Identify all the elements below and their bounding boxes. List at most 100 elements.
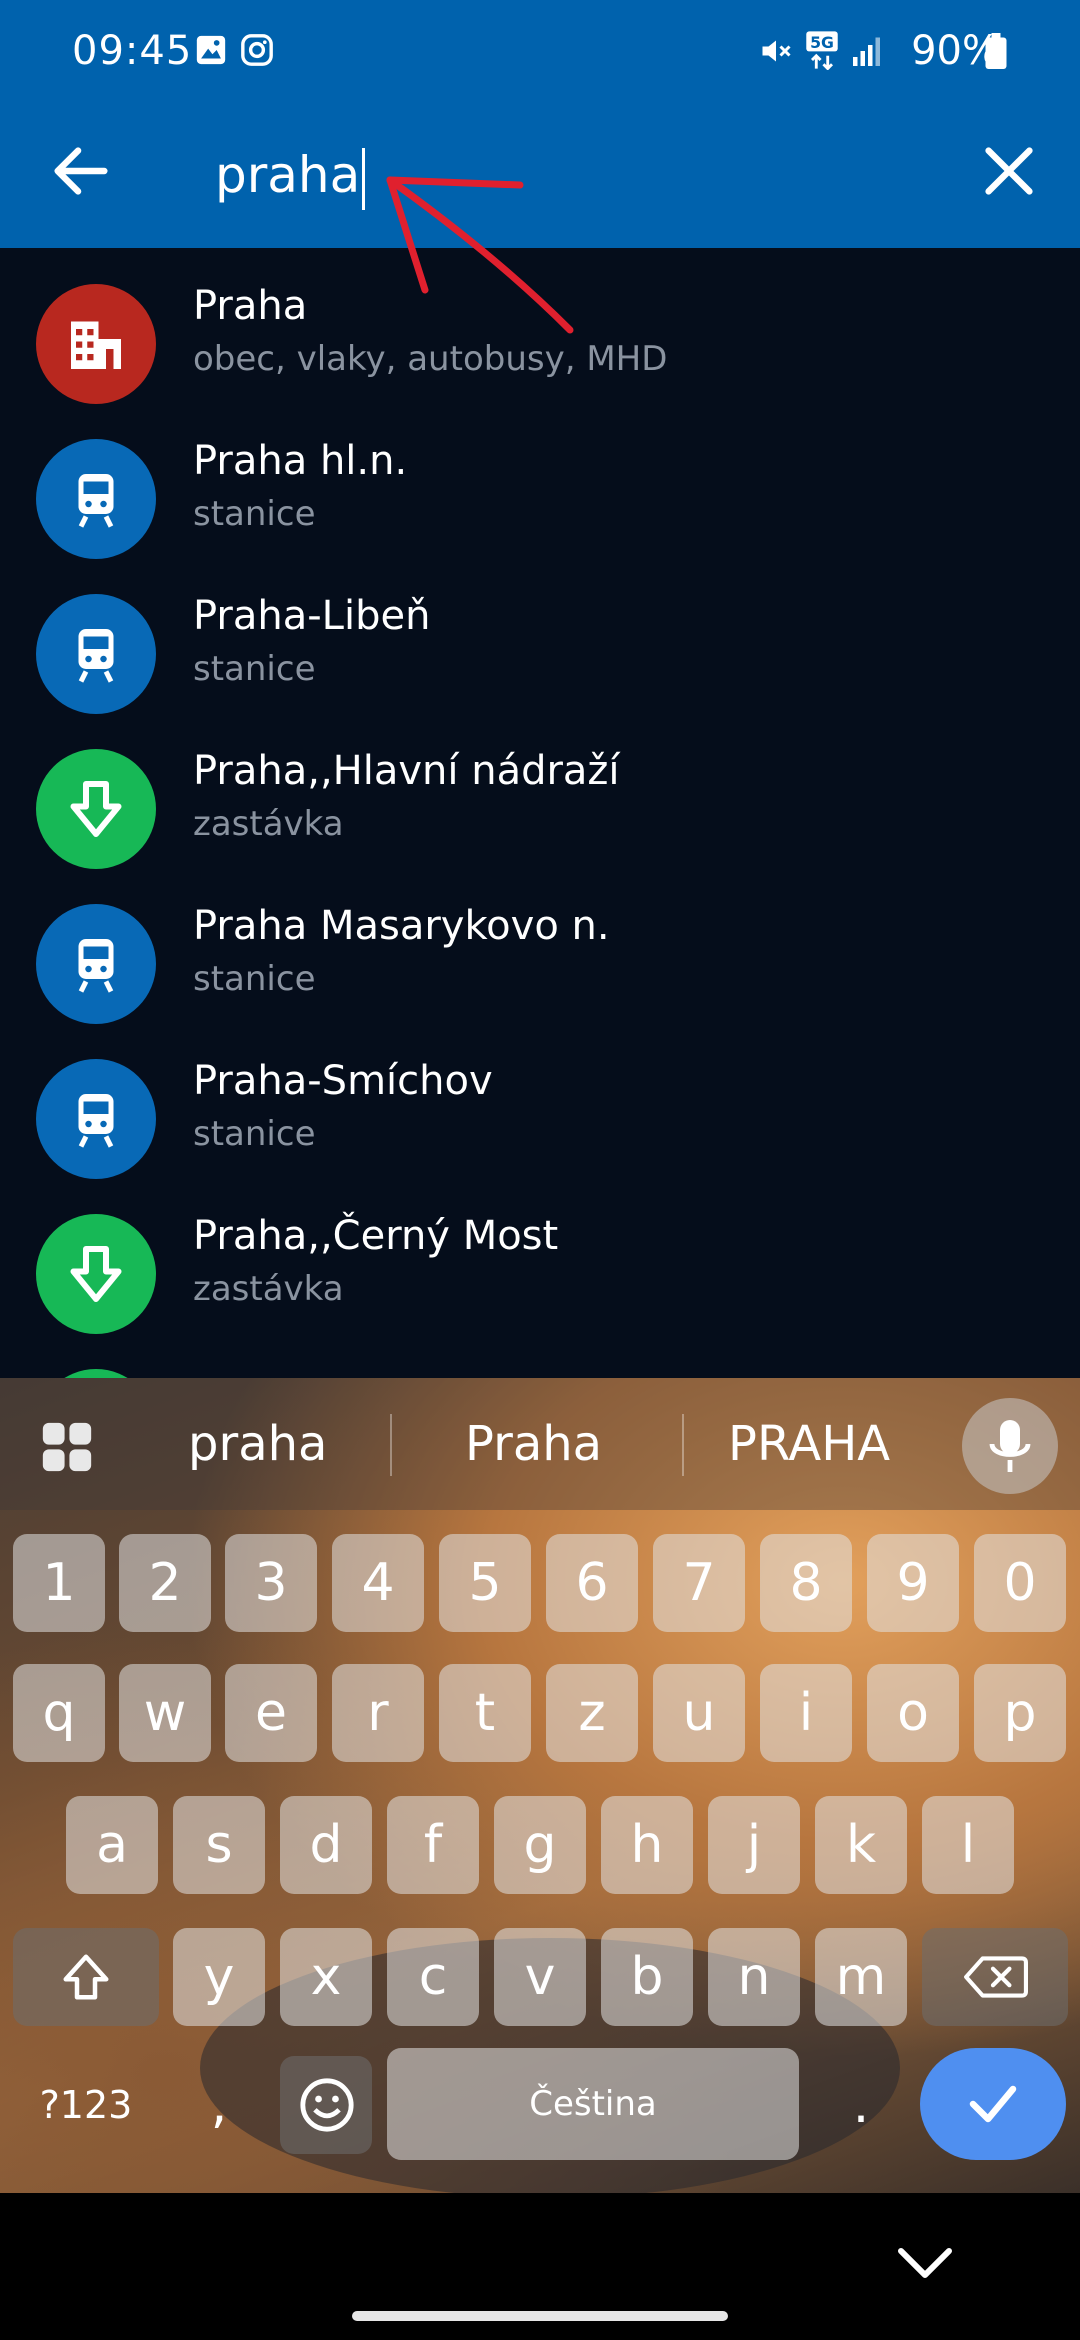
status-time: 09:45	[72, 28, 193, 74]
back-arrow-icon[interactable]	[46, 136, 116, 206]
comma-key[interactable]: ,	[173, 2056, 265, 2154]
result-type-badge	[36, 439, 156, 559]
key-w[interactable]: w	[119, 1664, 211, 1762]
key-e[interactable]: e	[225, 1664, 317, 1762]
key-d[interactable]: d	[280, 1796, 372, 1894]
result-type-badge	[36, 1059, 156, 1179]
emoji-key[interactable]	[280, 2056, 372, 2154]
train-icon	[78, 629, 114, 683]
suggestion-3[interactable]: PRAHA	[728, 1416, 890, 1472]
key-m[interactable]: m	[815, 1928, 907, 2026]
key-9[interactable]: 9	[867, 1534, 959, 1632]
key-u[interactable]: u	[653, 1664, 745, 1762]
key-1[interactable]: 1	[13, 1534, 105, 1632]
key-j[interactable]: j	[708, 1796, 800, 1894]
space-key[interactable]: Čeština	[387, 2048, 799, 2160]
key-z[interactable]: z	[546, 1664, 638, 1762]
search-query-text: praha	[215, 146, 361, 204]
search-results-list: Praha obec, vlaky, autobusy, MHD Praha h…	[0, 248, 1080, 1378]
signal-icon	[853, 37, 880, 66]
stop-icon	[70, 781, 122, 837]
key-l[interactable]: l	[922, 1796, 1014, 1894]
backspace-key[interactable]	[922, 1928, 1068, 2026]
result-item[interactable]: Praha hl.n. stanice	[0, 420, 1080, 575]
key-b[interactable]: b	[601, 1928, 693, 2026]
symbols-key[interactable]: ?123	[13, 2056, 159, 2154]
key-q[interactable]: q	[13, 1664, 105, 1762]
result-title: Praha	[193, 283, 308, 329]
result-item[interactable]: Praha,,Černý Most zastávka	[0, 1195, 1080, 1350]
suggestion-1[interactable]: praha	[188, 1416, 327, 1472]
result-subtitle: obec, vlaky, autobusy, MHD	[193, 339, 668, 379]
key-3[interactable]: 3	[225, 1534, 317, 1632]
result-item[interactable]: Praha Masarykovo n. stanice	[0, 885, 1080, 1040]
key-0[interactable]: 0	[974, 1534, 1066, 1632]
key-4[interactable]: 4	[332, 1534, 424, 1632]
voice-input-button[interactable]	[962, 1398, 1058, 1494]
key-x[interactable]: x	[280, 1928, 372, 2026]
text-cursor	[362, 147, 366, 210]
result-subtitle: stanice	[193, 649, 316, 689]
check-icon	[969, 2085, 1017, 2123]
instagram-icon	[241, 34, 273, 66]
key-f[interactable]: f	[387, 1796, 479, 1894]
suggestion-divider	[682, 1414, 684, 1476]
key-g[interactable]: g	[494, 1796, 586, 1894]
chevron-down-icon[interactable]	[895, 2243, 955, 2283]
city-icon	[71, 321, 121, 369]
key-o[interactable]: o	[867, 1664, 959, 1762]
suggestion-2[interactable]: Praha	[465, 1416, 602, 1472]
result-type-badge	[36, 594, 156, 714]
result-title: Praha,,Hlavní nádraží	[193, 748, 620, 794]
key-8[interactable]: 8	[760, 1534, 852, 1632]
key-2[interactable]: 2	[119, 1534, 211, 1632]
key-h[interactable]: h	[601, 1796, 693, 1894]
result-type-badge	[36, 904, 156, 1024]
result-title: Praha-Libeň	[193, 593, 431, 639]
enter-button[interactable]	[920, 2048, 1066, 2160]
result-title: Praha,,Černý Most	[193, 1213, 559, 1259]
image-icon	[196, 35, 226, 65]
result-title: Praha hl.n.	[193, 438, 408, 484]
svg-text:5G: 5G	[810, 33, 834, 52]
status-bar: 09:45 5G 90%	[0, 0, 1080, 110]
battery-icon	[985, 33, 1007, 69]
key-c[interactable]: c	[387, 1928, 479, 2026]
period-key[interactable]: .	[815, 2056, 907, 2154]
key-6[interactable]: 6	[546, 1534, 638, 1632]
key-5[interactable]: 5	[439, 1534, 531, 1632]
result-subtitle: stanice	[193, 1114, 316, 1154]
train-icon	[78, 474, 114, 528]
key-y[interactable]: y	[173, 1928, 265, 2026]
suggestion-strip: praha Praha PRAHA	[0, 1378, 1080, 1510]
result-item[interactable]: Praha-Smíchov stanice	[0, 1040, 1080, 1195]
key-a[interactable]: a	[66, 1796, 158, 1894]
result-item[interactable]: Praha-Libeň stanice	[0, 575, 1080, 730]
emoji-icon	[300, 2078, 354, 2132]
suggestion-divider	[390, 1414, 392, 1476]
key-r[interactable]: r	[332, 1664, 424, 1762]
key-i[interactable]: i	[760, 1664, 852, 1762]
shift-key[interactable]	[13, 1928, 159, 2026]
key-p[interactable]: p	[974, 1664, 1066, 1762]
result-subtitle: zastávka	[193, 804, 344, 844]
search-input[interactable]: praha	[215, 130, 366, 220]
key-s[interactable]: s	[173, 1796, 265, 1894]
key-k[interactable]: k	[815, 1796, 907, 1894]
key-v[interactable]: v	[494, 1928, 586, 2026]
apps-grid-icon[interactable]	[38, 1418, 96, 1476]
train-icon	[78, 939, 114, 993]
home-indicator[interactable]	[352, 2311, 728, 2321]
microphone-icon	[989, 1420, 1031, 1472]
result-type-badge	[36, 1369, 156, 1378]
close-icon[interactable]	[974, 136, 1044, 206]
result-type-badge	[36, 1214, 156, 1334]
key-7[interactable]: 7	[653, 1534, 745, 1632]
backspace-icon	[964, 1956, 1028, 1998]
result-item[interactable]: Praha,,Hlavní nádraží zastávka	[0, 730, 1080, 885]
train-icon	[78, 1094, 114, 1148]
result-title: Praha Masarykovo n.	[193, 903, 610, 949]
key-n[interactable]: n	[708, 1928, 800, 2026]
key-t[interactable]: t	[439, 1664, 531, 1762]
result-item-partial[interactable]	[0, 1350, 1080, 1378]
